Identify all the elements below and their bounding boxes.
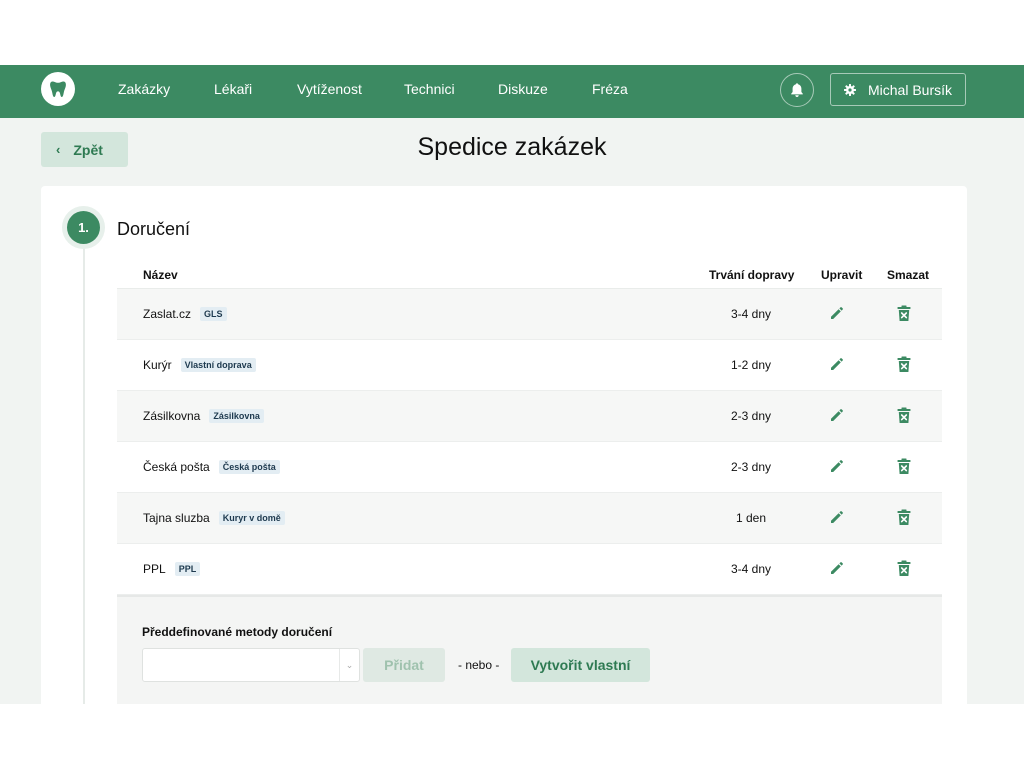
- step-connector-line: [83, 220, 85, 704]
- delivery-name-cell: PPL PPL: [143, 562, 201, 576]
- header-name: Název: [143, 268, 178, 282]
- table-row: Česká pošta Česká pošta 2-3 dny: [117, 442, 942, 493]
- edit-button[interactable]: [829, 408, 844, 428]
- table-row: Zásilkovna Zásilkovna 2-3 dny: [117, 391, 942, 442]
- delete-button[interactable]: [896, 458, 912, 480]
- header-edit: Upravit: [821, 268, 863, 282]
- carrier-tag: Zásilkovna: [209, 409, 264, 423]
- predefined-method-select[interactable]: ⌄: [142, 648, 360, 682]
- section-title: Doručení: [117, 219, 191, 239]
- top-navbar: Zakázky Lékaři Vytíženost Technici Disku…: [0, 65, 1024, 118]
- delivery-name: Tajna sluzba: [143, 511, 210, 525]
- delivery-duration: 1-2 dny: [730, 358, 772, 372]
- delivery-table: Název Trvání dopravy Upravit Smazat Zasl…: [117, 260, 942, 595]
- delivery-name: Zásilkovna: [143, 409, 201, 423]
- delete-button[interactable]: [896, 509, 912, 531]
- nav-item-lekari[interactable]: Lékaři: [214, 81, 252, 97]
- chevron-down-icon: ⌄: [339, 649, 359, 681]
- edit-button[interactable]: [829, 510, 844, 530]
- delete-button[interactable]: [896, 407, 912, 429]
- delivery-name: PPL: [143, 562, 166, 576]
- create-custom-button[interactable]: Vytvořit vlastní: [511, 648, 650, 682]
- delivery-duration: 3-4 dny: [730, 307, 772, 321]
- nav-item-technici[interactable]: Technici: [404, 81, 455, 97]
- trash-icon: [897, 305, 911, 321]
- app-logo[interactable]: [41, 72, 75, 106]
- trash-icon: [897, 407, 911, 423]
- delivery-name: Kurýr: [143, 358, 172, 372]
- table-header: Název Trvání dopravy Upravit Smazat: [117, 260, 942, 289]
- delivery-name-cell: Česká pošta Česká pošta: [143, 460, 280, 474]
- pencil-icon: [831, 562, 843, 574]
- carrier-tag: Vlastní doprava: [180, 358, 256, 372]
- user-name: Michal Bursík: [868, 81, 953, 98]
- delete-button[interactable]: [896, 356, 912, 378]
- user-menu-button[interactable]: Michal Bursík: [830, 73, 966, 106]
- trash-icon: [897, 356, 911, 372]
- delivery-name: Zaslat.cz: [143, 307, 192, 321]
- delivery-name-cell: Zásilkovna Zásilkovna: [143, 409, 264, 423]
- delivery-duration: 3-4 dny: [730, 562, 772, 576]
- trash-icon: [897, 560, 911, 576]
- table-row: Kurýr Vlastní doprava 1-2 dny: [117, 340, 942, 391]
- delivery-name-cell: Tajna sluzba Kuryr v domě: [143, 511, 285, 525]
- carrier-tag: Česká pošta: [218, 460, 280, 474]
- delete-button[interactable]: [896, 305, 912, 327]
- table-body: Zaslat.cz GLS 3-4 dny Kurýr Vlastní dopr…: [117, 289, 942, 595]
- carrier-tag: PPL: [174, 562, 201, 576]
- page-title: Spedice zakázek: [417, 133, 607, 161]
- delivery-name-cell: Zaslat.cz GLS: [143, 307, 227, 321]
- edit-button[interactable]: [829, 561, 844, 581]
- table-row: Zaslat.cz GLS 3-4 dny: [117, 289, 942, 340]
- header-delete: Smazat: [887, 268, 930, 282]
- pencil-icon: [831, 460, 843, 472]
- nav-item-diskuze[interactable]: Diskuze: [498, 81, 548, 97]
- carrier-tag: Kuryr v domě: [218, 511, 285, 525]
- pencil-icon: [831, 511, 843, 523]
- nav-item-zakazky[interactable]: Zakázky: [118, 81, 170, 97]
- delivery-duration: 2-3 dny: [730, 409, 772, 423]
- delivery-name-cell: Kurýr Vlastní doprava: [143, 358, 256, 372]
- trash-icon: [897, 458, 911, 474]
- delivery-duration: 2-3 dny: [730, 460, 772, 474]
- add-button[interactable]: Přidat: [363, 648, 445, 682]
- bell-icon: [791, 83, 803, 97]
- pencil-icon: [831, 307, 843, 319]
- predefined-methods-label: Předdefinované metody doručení: [142, 625, 333, 639]
- step-number-badge: 1.: [67, 211, 100, 244]
- or-separator: - nebo -: [458, 658, 500, 672]
- table-row: Tajna sluzba Kuryr v domě 1 den: [117, 493, 942, 544]
- table-row: PPL PPL 3-4 dny: [117, 544, 942, 595]
- carrier-tag: GLS: [200, 307, 227, 321]
- edit-button[interactable]: [829, 459, 844, 479]
- gear-icon: [844, 83, 856, 96]
- pencil-icon: [831, 409, 843, 421]
- pencil-icon: [831, 358, 843, 370]
- edit-button[interactable]: [829, 306, 844, 326]
- notifications-button[interactable]: [780, 73, 814, 107]
- delete-button[interactable]: [896, 560, 912, 582]
- nav-item-vytizenost[interactable]: Vytíženost: [297, 81, 362, 97]
- tooth-icon: [50, 81, 66, 97]
- delivery-duration: 1 den: [735, 511, 767, 525]
- trash-icon: [897, 509, 911, 525]
- header-duration: Trvání dopravy: [709, 268, 795, 282]
- nav-item-freza[interactable]: Fréza: [592, 81, 628, 97]
- app-frame: Zakázky Lékaři Vytíženost Technici Disku…: [0, 65, 1024, 704]
- delivery-name: Česká pošta: [143, 460, 210, 474]
- predefined-methods-panel: Předdefinované metody doručení ⌄ Přidat …: [117, 595, 942, 704]
- edit-button[interactable]: [829, 357, 844, 377]
